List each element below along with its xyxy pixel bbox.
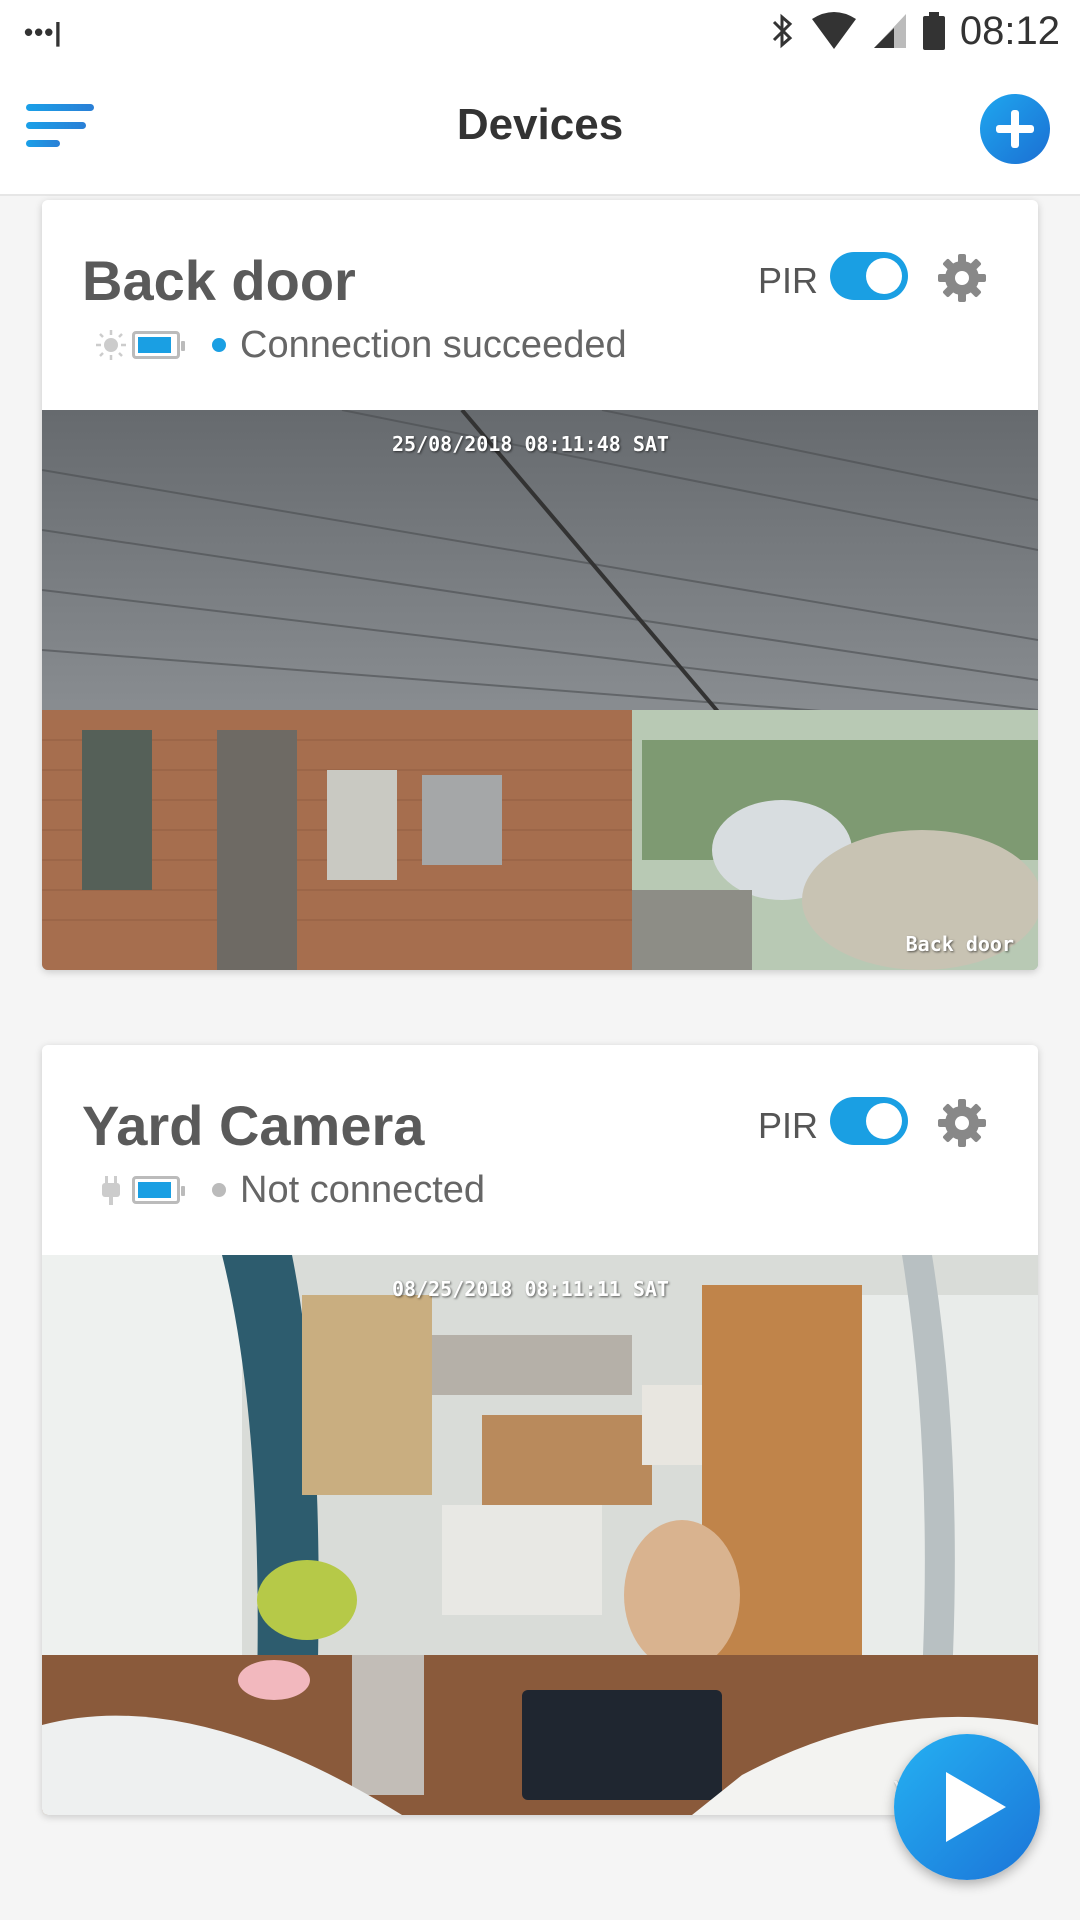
device-name: Yard Camera [82, 1094, 425, 1157]
status-dot [212, 1183, 226, 1197]
gear-icon[interactable] [936, 252, 988, 304]
add-device-button[interactable] [980, 94, 1050, 164]
clock: 08:12 [959, 8, 1060, 53]
battery-status-icon [922, 12, 945, 50]
device-status-row: Connection succeeded [94, 320, 627, 370]
pir-label: PIR [757, 260, 818, 301]
camera-feed-image [42, 410, 1038, 970]
feed-timestamp: 08/25/2018 08:11:11 SAT [392, 1277, 669, 1301]
wifi-icon [811, 12, 856, 49]
pir-toggle[interactable] [830, 252, 908, 300]
bluetooth-icon [772, 13, 793, 49]
signal-strength-icon: •••| [24, 17, 63, 47]
status-dot [212, 338, 226, 352]
status-icons: 08:12 [770, 8, 1060, 54]
device-card[interactable]: Back door Connection succeeded PIR 25/08… [42, 200, 1038, 970]
pir-label: PIR [757, 1105, 818, 1146]
sun-icon [96, 330, 126, 360]
status-bar: •••| 08:12 [0, 0, 1080, 62]
cell-signal-icon [873, 14, 906, 48]
plug-icon [102, 1176, 120, 1205]
feed-timestamp: 25/08/2018 08:11:48 SAT [392, 432, 669, 456]
device-card[interactable]: Yard Camera Not connected PIR 08/25/2018… [42, 1045, 1038, 1815]
feed-overlay-name: Back door [905, 932, 1014, 956]
connection-status: Connection succeeded [240, 323, 627, 366]
connection-status: Not connected [240, 1168, 486, 1211]
device-name: Back door [82, 249, 356, 312]
camera-feed[interactable]: 25/08/2018 08:11:48 SAT Back door [42, 410, 1038, 970]
camera-feed-image [42, 1255, 1038, 1815]
battery-icon [132, 1176, 185, 1204]
page-title: Devices [456, 100, 624, 149]
play-button[interactable] [894, 1734, 1040, 1880]
pir-toggle[interactable] [830, 1097, 908, 1145]
camera-feed[interactable]: 08/25/2018 08:11:11 SAT Ya [42, 1255, 1038, 1815]
app-header: Devices [0, 62, 1080, 196]
device-status-row: Not connected [94, 1165, 485, 1215]
battery-icon [132, 331, 185, 359]
gear-icon[interactable] [936, 1097, 988, 1149]
